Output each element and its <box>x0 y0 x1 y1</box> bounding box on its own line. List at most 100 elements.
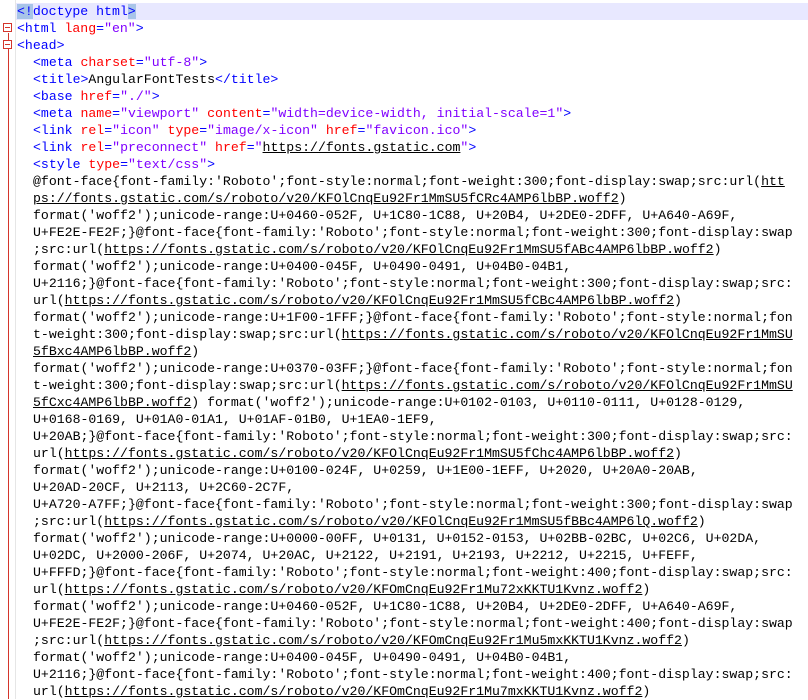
code-line[interactable]: U+2116;}@font-face{font-family:'Roboto';… <box>16 666 808 683</box>
code-line[interactable]: @font-face{font-family:'Roboto';font-sty… <box>16 173 808 190</box>
code-line[interactable]: <!doctype html> <box>16 3 808 20</box>
code-line[interactable]: t-weight:300;font-display:swap;src:url(h… <box>16 326 808 343</box>
code-token: type <box>159 123 200 138</box>
code-token: format('woff2');unicode-range:U+1F00-1FF… <box>33 310 793 325</box>
code-token: </title> <box>215 72 279 87</box>
code-lines: <!doctype html> <html lang="en"> <head> <me… <box>16 3 808 700</box>
code-token: url( <box>33 582 65 597</box>
code-link[interactable]: https://fonts.gstatic.com/s/roboto/v20/K… <box>342 327 793 342</box>
code-line[interactable]: t-weight:300;font-display:swap;src:url(h… <box>16 377 808 394</box>
code-token: format('woff2');unicode-range:U+0400-045… <box>33 650 572 665</box>
code-token: "viewport" <box>120 106 200 121</box>
code-line[interactable]: <title>AngularFontTests</title> <box>16 71 808 88</box>
code-line[interactable]: U+A720-A7FF;}@font-face{font-family:'Rob… <box>16 496 808 513</box>
code-token: = <box>246 140 255 155</box>
code-token: U+02DC, U+2000-206F, U+2074, U+20AC, U+2… <box>33 548 698 563</box>
code-line[interactable]: format('woff2');unicode-range:U+0460-052… <box>16 598 808 615</box>
code-line[interactable]: <html lang="en"> <box>16 20 808 37</box>
code-token: url( <box>33 684 65 699</box>
code-line[interactable]: <base href="./"> <box>16 88 808 105</box>
code-line[interactable]: <meta charset="utf-8"> <box>16 54 808 71</box>
code-line[interactable]: url(https://fonts.gstatic.com/s/roboto/v… <box>16 683 808 700</box>
code-token: U+FFFD;}@font-face{font-family:'Roboto';… <box>33 565 793 580</box>
code-token: ) <box>674 446 682 461</box>
code-line[interactable]: url(https://fonts.gstatic.com/s/roboto/v… <box>16 292 808 309</box>
code-token: = <box>135 55 144 70</box>
code-token: "en" <box>104 21 136 36</box>
code-line[interactable]: U+FE2E-FE2F;}@font-face{font-family:'Rob… <box>16 615 808 632</box>
code-line[interactable]: <link rel="icon" type="image/x-icon" hre… <box>16 122 808 139</box>
code-line[interactable]: ps://fonts.gstatic.com/s/roboto/v20/KFOl… <box>16 190 808 207</box>
code-line[interactable]: <head> <box>16 37 808 54</box>
code-token: t-weight:300;font-display:swap;src:url( <box>33 378 342 393</box>
code-link[interactable]: https://fonts.gstatic.com/s/roboto/v20/K… <box>65 684 643 699</box>
code-link[interactable]: https://fonts.gstatic.com/s/roboto/v20/K… <box>104 633 682 648</box>
code-token: > <box>468 140 477 155</box>
fold-toggle-head-icon[interactable] <box>3 40 12 49</box>
code-token: ;src:url( <box>33 242 105 257</box>
code-token: <html <box>17 21 65 36</box>
code-token: ) <box>191 344 200 359</box>
code-line[interactable]: ;src:url(https://fonts.gstatic.com/s/rob… <box>16 241 808 258</box>
code-link[interactable]: 5fBxc4AMP6lbBP.woff2 <box>33 344 191 359</box>
code-line[interactable]: url(https://fonts.gstatic.com/s/roboto/v… <box>16 581 808 598</box>
code-link[interactable]: https://fonts.gstatic.com <box>263 140 461 155</box>
code-link[interactable]: ps://fonts.gstatic.com/s/roboto/v20/KFOl… <box>33 191 619 206</box>
code-token: <link <box>33 123 81 138</box>
code-line[interactable]: format('woff2');unicode-range:U+0100-024… <box>16 462 808 479</box>
code-link[interactable]: 5fCxc4AMP6lbBP.woff2 <box>33 395 191 410</box>
code-token: > <box>468 123 477 138</box>
code-token: U+A720-A7FF;}@font-face{font-family:'Rob… <box>33 497 793 512</box>
code-link[interactable]: https://fonts.gstatic.com/s/roboto/v20/K… <box>104 514 698 529</box>
code-token: > <box>207 157 216 172</box>
code-token: <base <box>33 89 81 104</box>
code-line[interactable]: U+0168-0169, U+01A0-01A1, U+01AF-01B0, U… <box>16 411 808 428</box>
code-link[interactable]: https://fonts.gstatic.com/s/roboto/v20/K… <box>104 242 713 257</box>
code-token: url( <box>33 446 65 461</box>
code-line[interactable]: format('woff2');unicode-range:U+0000-00F… <box>16 530 808 547</box>
code-token: lang <box>64 21 97 36</box>
code-line[interactable]: format('woff2');unicode-range:U+1F00-1FF… <box>16 309 808 326</box>
code-line[interactable]: U+2116;}@font-face{font-family:'Roboto';… <box>16 275 808 292</box>
code-line[interactable]: format('woff2');unicode-range:U+0370-03F… <box>16 360 808 377</box>
code-token: format('woff2');unicode-range:U+0370-03F… <box>33 361 793 376</box>
code-token: AngularFontTests <box>88 72 216 87</box>
code-line[interactable]: U+20AD-20CF, U+2113, U+2C60-2C7F, <box>16 479 808 496</box>
code-link[interactable]: https://fonts.gstatic.com/s/roboto/v20/K… <box>342 378 793 393</box>
code-token: U+FE2E-FE2F;}@font-face{font-family:'Rob… <box>33 225 793 240</box>
code-line[interactable]: U+02DC, U+2000-206F, U+2074, U+20AC, U+2… <box>16 547 808 564</box>
code-link[interactable]: htt <box>761 174 785 189</box>
code-link[interactable]: https://fonts.gstatic.com/s/roboto/v20/K… <box>65 293 674 308</box>
code-token: format('woff2');unicode-range:U+0400-045… <box>33 259 572 274</box>
code-token: ) <box>642 582 651 597</box>
code-line[interactable]: format('woff2');unicode-range:U+0400-045… <box>16 649 808 666</box>
code-line[interactable]: <link rel="preconnect" href="https://fon… <box>16 139 808 156</box>
code-token: > <box>563 106 572 121</box>
code-token: ) <box>713 242 722 257</box>
code-line[interactable]: url(https://fonts.gstatic.com/s/roboto/v… <box>16 445 808 462</box>
code-token: U+FE2E-FE2F;}@font-face{font-family:'Rob… <box>33 616 793 631</box>
code-editor[interactable]: <!doctype html> <html lang="en"> <head> <me… <box>0 0 808 699</box>
code-line[interactable]: ;src:url(https://fonts.gstatic.com/s/rob… <box>16 513 808 530</box>
code-link[interactable]: https://fonts.gstatic.com/s/roboto/v20/K… <box>65 446 674 461</box>
code-line[interactable]: 5fBxc4AMP6lbBP.woff2) <box>16 343 808 360</box>
code-link[interactable]: https://fonts.gstatic.com/s/roboto/v20/K… <box>65 582 643 597</box>
code-line[interactable]: <style type="text/css"> <box>16 156 808 173</box>
code-line[interactable]: format('woff2');unicode-range:U+0400-045… <box>16 258 808 275</box>
fold-toggle-html-icon[interactable] <box>3 23 12 32</box>
code-line[interactable]: U+20AB;}@font-face{font-family:'Roboto';… <box>16 428 808 445</box>
code-token: "image/x-icon" <box>207 123 318 138</box>
code-token: <style <box>33 157 89 172</box>
code-token: href <box>207 140 247 155</box>
code-line[interactable]: format('woff2');unicode-range:U+0460-052… <box>16 207 808 224</box>
code-token: > <box>135 21 144 36</box>
code-line[interactable]: 5fCxc4AMP6lbBP.woff2) format('woff2');un… <box>16 394 808 411</box>
code-token: > <box>151 89 160 104</box>
code-token: = <box>112 89 121 104</box>
code-token: @font-face{font-family:'Roboto';font-sty… <box>33 174 762 189</box>
code-token: ) <box>618 191 627 206</box>
code-line[interactable]: ;src:url(https://fonts.gstatic.com/s/rob… <box>16 632 808 649</box>
code-line[interactable]: U+FFFD;}@font-face{font-family:'Roboto';… <box>16 564 808 581</box>
code-line[interactable]: U+FE2E-FE2F;}@font-face{font-family:'Rob… <box>16 224 808 241</box>
code-line[interactable]: <meta name="viewport" content="width=dev… <box>16 105 808 122</box>
